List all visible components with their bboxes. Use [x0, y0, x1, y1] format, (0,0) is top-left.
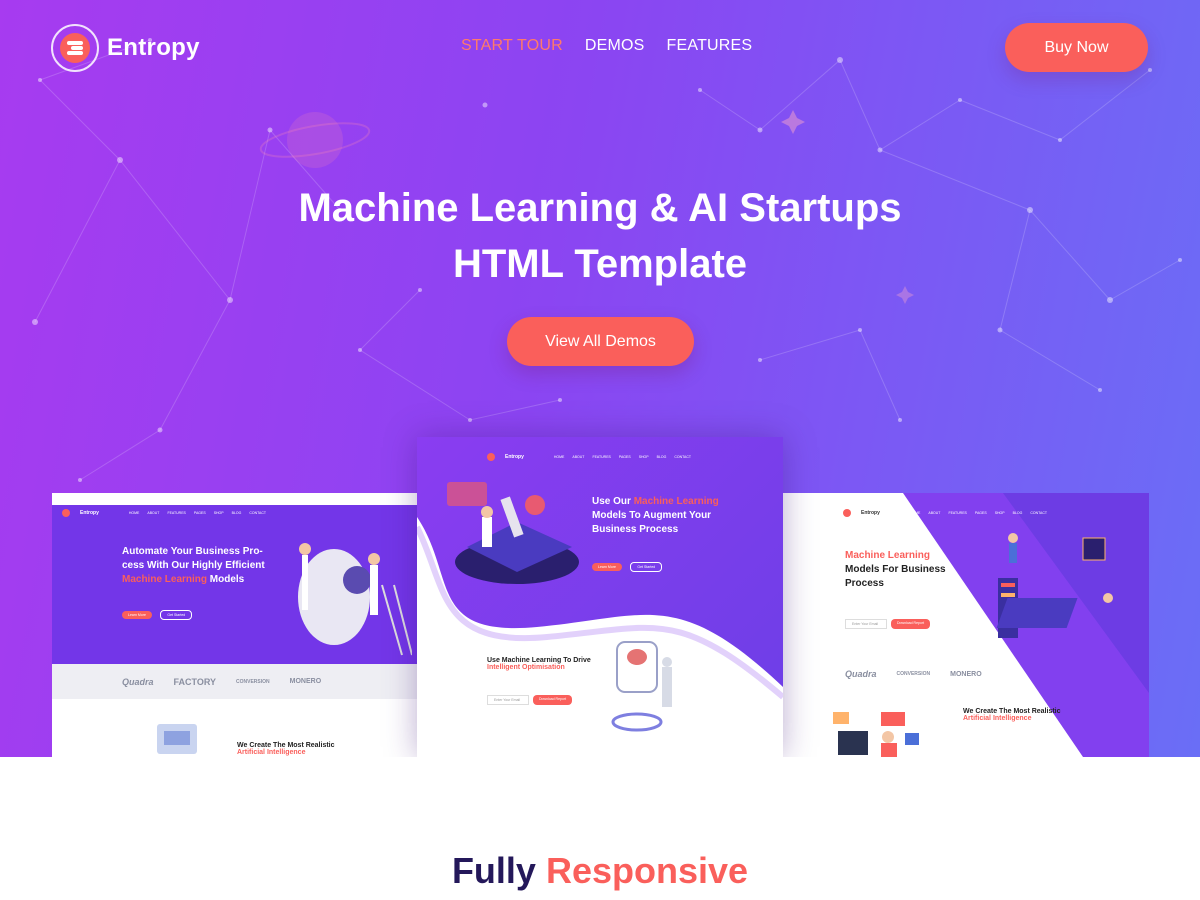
- preview-headline-part: Automate Your Business Pro-: [122, 546, 263, 557]
- preview-menu-item: ABOUT: [147, 511, 160, 515]
- preview-menu-item: CONTACT: [249, 511, 266, 515]
- preview-headline: Automate Your Business Pro- cess With Ou…: [122, 545, 272, 587]
- preview-section-title: Use Machine Learning To Drive: [487, 657, 591, 664]
- preview-menu-item: PAGES: [618, 455, 631, 459]
- preview-logo-icon: [487, 453, 495, 461]
- preview-menu-item: HOME: [909, 511, 921, 515]
- preview-menu-item: SHOP: [994, 511, 1005, 515]
- preview-headline: Machine Learning Models For Business Pro…: [845, 549, 975, 591]
- client-logo-quadra: Quadra: [845, 669, 877, 679]
- hero-title-line1: Machine Learning & AI Startups: [298, 186, 902, 230]
- preview-learn-more-button[interactable]: Learn More: [122, 611, 152, 619]
- fully-responsive-heading: Fully Responsive: [0, 850, 1200, 892]
- laptop-illustration: [157, 724, 197, 754]
- client-logo-conversion: CONVERSION: [896, 671, 931, 677]
- preview-headline-part: Models For Business: [845, 564, 946, 575]
- preview-menu-item: BLOG: [1012, 511, 1023, 515]
- preview-topbar: [783, 493, 1149, 505]
- heading-part-dark: Fully: [451, 850, 536, 891]
- brand-logo[interactable]: Entropy: [51, 24, 200, 72]
- preview-topbar: [52, 493, 417, 505]
- preview-nav: Entropy HOME ABOUT FEATURES PAGES SHOP B…: [833, 505, 1149, 521]
- nav-start-tour[interactable]: START TOUR: [461, 37, 563, 55]
- preview-menu-item: CONTACT: [1030, 511, 1047, 515]
- preview-menu-item: PAGES: [974, 511, 987, 515]
- preview-menu-item: FEATURES: [592, 455, 611, 459]
- preview-section-red: Artificial Intelligence: [963, 715, 1032, 722]
- preview-logo-icon: [62, 509, 70, 517]
- developer-illustration: [833, 712, 919, 757]
- preview-menu-item: ABOUT: [928, 511, 941, 515]
- preview-brand: Entropy: [505, 454, 524, 460]
- preview-brand: Entropy: [80, 510, 99, 516]
- preview-nav: Entropy HOME ABOUT FEATURES PAGES SHOP B…: [52, 505, 417, 521]
- isometric-servers-illustration: [996, 533, 1113, 638]
- preview-headline-red: Machine Learning: [845, 550, 931, 561]
- preview-card-left[interactable]: Entropy HOME ABOUT FEATURES PAGES SHOP B…: [52, 493, 417, 757]
- hero-title-line2: HTML Template: [452, 242, 748, 286]
- preview-section-red: Artificial Intelligence: [237, 749, 306, 756]
- nav-demos[interactable]: DEMOS: [585, 37, 645, 55]
- preview-menu-item: SHOP: [213, 511, 224, 515]
- robot-face-illustration: [298, 543, 412, 656]
- preview-menu-item: ABOUT: [572, 455, 585, 459]
- preview-menu-item: FEATURES: [948, 511, 967, 515]
- preview-email-input[interactable]: Enter Your Email: [845, 619, 887, 629]
- preview-section-title: We Create The Most Realistic: [963, 708, 1061, 715]
- client-logo-conversion: CONVERSION: [236, 678, 270, 685]
- preview-get-started-button[interactable]: Get Started: [160, 610, 193, 620]
- preview-headline-red: Machine Learning: [633, 496, 719, 507]
- view-all-demos-button[interactable]: View All Demos: [507, 317, 694, 366]
- preview-email-input[interactable]: Enter Your Email: [487, 695, 529, 705]
- buy-now-button[interactable]: Buy Now: [1005, 23, 1148, 72]
- robot-arm-illustration: [447, 482, 579, 584]
- preview-headline-part: Process: [845, 578, 884, 589]
- client-logo-factory: FACTORY: [173, 676, 217, 687]
- preview-get-started-button[interactable]: Get Started: [630, 562, 663, 572]
- preview-menu-item: CONTACT: [674, 455, 691, 459]
- preview-menu-item: BLOG: [231, 511, 242, 515]
- preview-headline-part: Models: [209, 574, 245, 585]
- nav-features[interactable]: FEATURES: [667, 37, 753, 55]
- preview-menu-item: FEATURES: [167, 511, 186, 515]
- brand-name: Entropy: [107, 34, 200, 61]
- preview-client-logos: Quadra FACTORY CONVERSION MONERO: [122, 677, 321, 687]
- preview-headline: Use Our Machine Learning Models To Augme…: [592, 495, 772, 537]
- client-logo-monero: MONERO: [289, 678, 322, 685]
- preview-client-logos: Quadra CONVERSION MONERO: [845, 669, 982, 679]
- preview-card-center[interactable]: Entropy HOME ABOUT FEATURES PAGES SHOP B…: [417, 437, 783, 757]
- preview-menu-item: HOME: [553, 455, 565, 459]
- preview-menu-item: SHOP: [638, 455, 649, 459]
- preview-menu-item: PAGES: [193, 511, 206, 515]
- main-nav: START TOUR DEMOS FEATURES: [461, 37, 752, 55]
- preview-headline-part: Business Process: [592, 524, 679, 535]
- preview-logo-icon: [843, 509, 851, 517]
- hero-section: Entropy START TOUR DEMOS FEATURES Buy No…: [0, 0, 1200, 757]
- heading-part-coral: Responsive: [545, 850, 749, 891]
- preview-section-red: Intelligent Optimisation: [487, 664, 565, 671]
- preview-download-button[interactable]: Download Report: [533, 695, 573, 705]
- hero-title: Machine Learning & AI Startups HTML Temp…: [0, 180, 1200, 292]
- preview-section-title: We Create The Most Realistic: [237, 742, 335, 749]
- preview-learn-more-button[interactable]: Learn More: [592, 563, 622, 571]
- preview-card-right[interactable]: Entropy HOME ABOUT FEATURES PAGES SHOP B…: [783, 493, 1149, 757]
- brain-capsule-illustration: [611, 641, 672, 732]
- preview-headline-part: cess With Our Highly Efficient: [122, 560, 265, 571]
- preview-headline-red: Machine Learning: [122, 574, 208, 585]
- preview-headline-part: Models To Augment Your: [592, 510, 712, 521]
- client-logo-monero: MONERO: [950, 670, 982, 678]
- preview-brand: Entropy: [861, 510, 880, 516]
- preview-menu-item: HOME: [128, 511, 140, 515]
- client-logo-quadra: Quadra: [122, 676, 154, 687]
- preview-nav: Entropy HOME ABOUT FEATURES PAGES SHOP B…: [477, 449, 783, 465]
- preview-headline-part: Use Our: [592, 496, 631, 507]
- logo-icon: [51, 24, 99, 72]
- preview-topbar: [417, 437, 783, 449]
- preview-menu-item: BLOG: [656, 455, 667, 459]
- preview-download-button[interactable]: Download Report: [891, 619, 931, 629]
